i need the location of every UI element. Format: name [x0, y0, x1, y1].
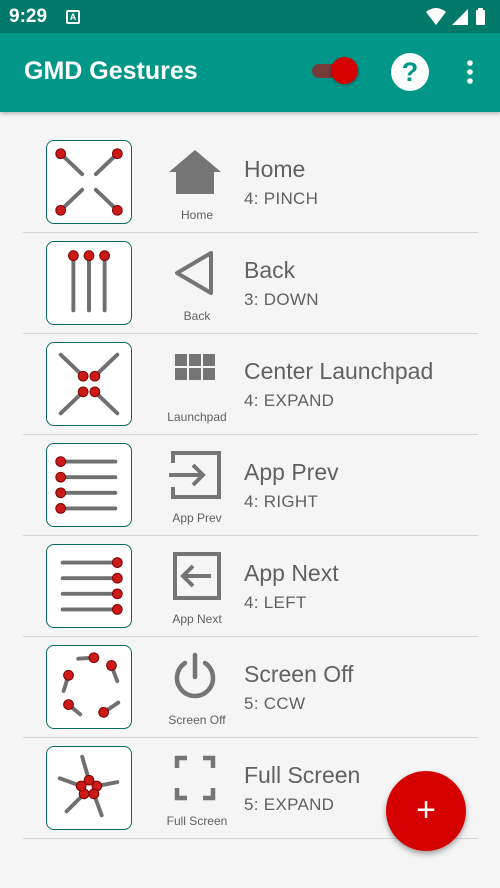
list-item[interactable]: Home Home 4: PINCH [23, 132, 478, 233]
action-name: Screen Off [244, 661, 354, 687]
ccw-5-icon [46, 645, 132, 729]
gesture-spec: 4: PINCH [244, 189, 319, 208]
gesture-spec: 4: EXPAND [244, 391, 335, 410]
gesture-spec: 5: CCW [244, 694, 306, 713]
action-name: Home [244, 156, 306, 182]
app-bar: GMD Gestures ? [0, 33, 500, 112]
grid-icon [165, 348, 225, 400]
gesture-spec: 4: LEFT [244, 593, 307, 612]
list-item[interactable]: App Next App Next 4: LEFT [23, 536, 478, 637]
action-caption: Full Screen [166, 814, 228, 828]
status-time: 9:29 [9, 6, 48, 27]
back-triangle-icon [165, 247, 225, 299]
status-bar: 9:29 A [0, 0, 500, 33]
notification-icon: A [66, 10, 80, 24]
action-caption: Screen Off [168, 713, 226, 727]
action-caption: App Next [172, 612, 222, 626]
action-caption: Launchpad [167, 410, 227, 424]
signal-icon [452, 9, 468, 25]
enter-left-icon [165, 550, 225, 602]
gesture-spec: 4: RIGHT [244, 492, 319, 511]
action-name: App Next [244, 560, 339, 586]
down-3-icon [46, 241, 132, 325]
fullscreen-icon [165, 752, 225, 804]
action-name: Full Screen [244, 762, 361, 788]
app-title: GMD Gestures [24, 57, 198, 85]
battery-icon [476, 10, 485, 25]
enable-toggle[interactable] [312, 56, 358, 86]
action-name: Back [244, 257, 296, 283]
gesture-spec: 5: EXPAND [244, 795, 335, 814]
help-button[interactable]: ? [391, 53, 429, 91]
action-caption: Home [180, 208, 213, 222]
left-4-icon [46, 544, 132, 628]
action-caption: App Prev [172, 511, 222, 525]
home-icon [165, 146, 225, 198]
list-item[interactable]: Back Back 3: DOWN [23, 233, 478, 334]
status-icons [424, 6, 488, 33]
list-item[interactable]: App Prev App Prev 4: RIGHT [23, 435, 478, 536]
action-name: Center Launchpad [244, 358, 434, 384]
list-item[interactable]: Screen Off Screen Off 5: CCW [23, 637, 478, 738]
pinch-4-icon [46, 140, 132, 224]
gesture-spec: 3: DOWN [244, 290, 319, 309]
more-options-icon[interactable] [460, 55, 480, 89]
expand-5-icon [46, 746, 132, 830]
action-caption: Back [183, 309, 211, 323]
toggle-thumb [331, 57, 358, 84]
wifi-icon [426, 8, 446, 25]
power-icon [165, 651, 225, 703]
enter-right-icon [165, 449, 225, 501]
add-gesture-button[interactable]: + [386, 771, 466, 851]
right-4-icon [46, 443, 132, 527]
expand-4-icon [46, 342, 132, 426]
action-name: App Prev [244, 459, 339, 485]
gesture-list: Home Home 4: PINCH Back Back 3: DOWN Lau… [23, 132, 478, 839]
list-item[interactable]: Launchpad Center Launchpad 4: EXPAND [23, 334, 478, 435]
